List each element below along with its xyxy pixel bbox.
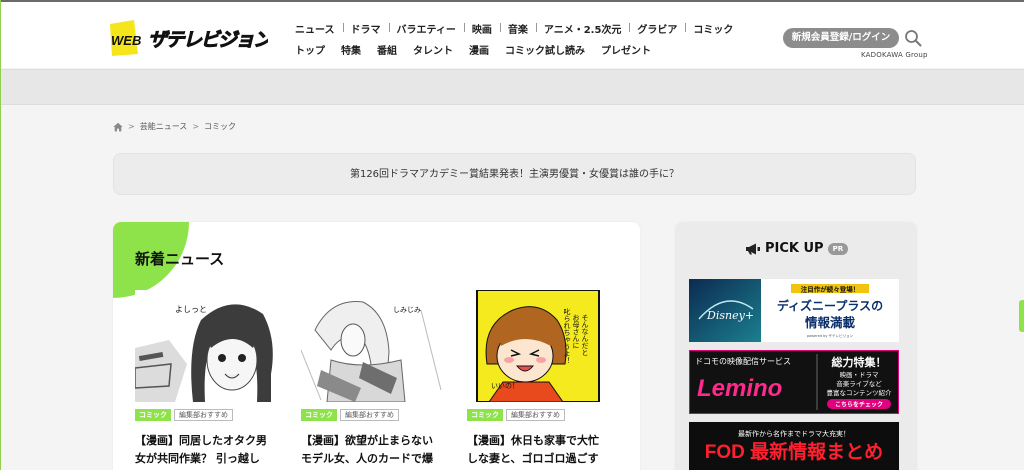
nav-item-anime[interactable]: アニメ・2.5次元 [535, 21, 630, 36]
disney-plus-logo: Disney+ [706, 309, 754, 322]
headline-line-1: 【漫画】休日も家事で大忙 [467, 434, 599, 447]
main-nav: ニュース ドラマ バラエティー 映画 音楽 アニメ・2.5次元 グラビア コミッ… [287, 21, 741, 36]
home-icon[interactable] [113, 122, 123, 132]
lemino-sub-3: 豊富なコンテンツ紹介 [827, 388, 893, 397]
section-title: 新着ニュース [135, 250, 225, 268]
fod-banner[interactable]: 最新作から名作までドラマ大充実！ FOD 最新情報まとめ [689, 422, 899, 470]
manga-thumbnail[interactable]: しみじみ [301, 290, 443, 402]
nav-item-variety[interactable]: バラエティー [388, 21, 464, 36]
breadcrumb-item-entertainment-news[interactable]: 芸能ニュース [140, 121, 188, 132]
category-tag[interactable]: コミック [301, 409, 337, 421]
manga-speech: 叱られちゃうよ！ [563, 307, 571, 364]
manga-image: よしっと [135, 290, 277, 402]
news-headline[interactable]: 【漫画】欲望が止まらない モデル女、人のカードで爆 [301, 432, 443, 468]
breadcrumb: > 芸能ニュース > コミック [113, 121, 236, 132]
disney-plus-line-2: 情報満載 [805, 315, 856, 330]
nav-item-talent[interactable]: タレント [405, 42, 461, 57]
megaphone-icon [746, 243, 760, 254]
tag-list: コミック 編集部おすすめ [301, 409, 443, 421]
pickup-header: PICK UP PR [745, 241, 849, 256]
search-icon[interactable] [904, 29, 922, 47]
nav-item-top[interactable]: トップ [287, 42, 333, 57]
breadcrumb-separator: > [128, 122, 135, 131]
nav-item-movie[interactable]: 映画 [463, 21, 500, 36]
headline-line-2: 女が共同作業？ 引っ越し [135, 452, 260, 465]
disney-plus-banner[interactable]: Disney+ 注目作が続々登場！ ディズニープラスの 情報満載 powered… [689, 279, 899, 342]
fod-kicker: 最新作から名作までドラマ大充実！ [738, 429, 850, 438]
manga-thumbnail[interactable]: そんなんだと お母さんに 叱られちゃうよ！ いいの！ [467, 290, 609, 402]
manga-speech: いいの！ [491, 382, 519, 390]
manga-image: しみじみ [301, 290, 443, 402]
news-headline[interactable]: 【漫画】同居したオタク男 女が共同作業？ 引っ越し [135, 432, 277, 468]
disney-plus-kicker: 注目作が続々登場！ [801, 285, 860, 294]
disney-plus-line-1: ディズニープラスの [777, 298, 883, 313]
nav-item-comic-trial[interactable]: コミック試し読み [497, 42, 593, 57]
headline-line-2: モデル女、人のカードで爆 [301, 452, 433, 465]
new-news-panel: 新着ニュース よしっと コミック 編集部おすすめ 【漫画】同居したオタク男 女が… [113, 222, 640, 470]
tag-list: コミック 編集部おすすめ [135, 409, 277, 421]
nav-item-comic[interactable]: コミック [685, 21, 741, 36]
headline-line-1: 【漫画】欲望が止まらない [301, 434, 433, 447]
tag-list: コミック 編集部おすすめ [467, 409, 609, 421]
manga-speech: しみじみ [393, 306, 421, 314]
manga-image: そんなんだと お母さんに 叱られちゃうよ！ いいの！ [467, 290, 609, 402]
group-label: KADOKAWA Group [861, 51, 928, 59]
recommend-tag[interactable]: 編集部おすすめ [506, 409, 565, 421]
lemino-title: 総力特集！ [832, 355, 887, 369]
nav-item-manga[interactable]: 漫画 [461, 42, 497, 57]
lemino-cta: こちらをチェック [835, 401, 883, 409]
news-headline[interactable]: 【漫画】休日も家事で大忙 しな妻と、ゴロゴロ過ごす [467, 432, 609, 468]
breadcrumb-separator: > [192, 122, 200, 131]
side-feedback-tab[interactable] [1019, 300, 1024, 332]
sub-nav: トップ 特集 番組 タレント 漫画 コミック試し読み プレゼント [287, 42, 659, 57]
nav-item-gravure[interactable]: グラビア [629, 21, 685, 36]
headline-line-2: しな妻と、ゴロゴロ過ごす [467, 452, 599, 465]
lemino-kicker: ドコモの映像配信サービス [695, 356, 791, 366]
lemino-banner-image: ドコモの映像配信サービス Lemino 総力特集！ 映画・ドラマ 音楽ライブなど… [689, 350, 899, 414]
login-button[interactable]: 新規会員登録/ログイン [783, 28, 899, 48]
pickup-panel: PICK UP PR Disney+ 注目作が続々登場！ ディズニープラスの 情… [675, 222, 917, 470]
lemino-sub-2: 音楽ライブなど [836, 379, 882, 388]
disney-plus-banner-image: Disney+ 注目作が続々登場！ ディズニープラスの 情報満載 powered… [689, 279, 899, 342]
lemino-sub-1: 映画・ドラマ [840, 370, 880, 379]
nav-item-music[interactable]: 音楽 [499, 21, 536, 36]
manga-speech: そんなんだと [581, 314, 589, 356]
manga-speech: よしっと [175, 305, 207, 314]
pickup-title: PICK UP [765, 241, 824, 256]
fod-banner-image: 最新作から名作までドラマ大充実！ FOD 最新情報まとめ [689, 422, 899, 470]
breadcrumb-item-comic: コミック [204, 122, 237, 131]
nav-item-present[interactable]: プレゼント [593, 42, 659, 57]
recommend-tag[interactable]: 編集部おすすめ [174, 409, 233, 421]
category-tag[interactable]: コミック [467, 409, 503, 421]
logo-web-text: WEB [111, 33, 141, 48]
lemino-banner[interactable]: ドコモの映像配信サービス Lemino 総力特集！ 映画・ドラマ 音楽ライブなど… [689, 350, 899, 414]
manga-speech: お母さんに [572, 314, 580, 349]
site-header: WEB ザテレビジョン ニュース ドラマ バラエティー 映画 音楽 アニメ・2.… [1, 2, 1024, 68]
nav-item-feature[interactable]: 特集 [333, 42, 369, 57]
fod-title: FOD 最新情報まとめ [705, 440, 883, 463]
nav-item-program[interactable]: 番組 [369, 42, 405, 57]
category-tag[interactable]: コミック [135, 409, 171, 421]
announcement-banner[interactable]: 第126回ドラマアカデミー賞結果発表！主演男優賞・女優賞は誰の手に？ [113, 153, 916, 195]
disney-plus-footer: powered by ザテレビジョン [807, 333, 854, 338]
pr-badge: PR [827, 242, 849, 255]
logo-main-text: ザテレビジョン [148, 29, 268, 51]
lemino-logo: Lemino [697, 375, 782, 402]
news-card[interactable]: よしっと コミック 編集部おすすめ 【漫画】同居したオタク男 女が共同作業？ 引… [135, 290, 277, 468]
recommend-tag[interactable]: 編集部おすすめ [340, 409, 399, 421]
news-card[interactable]: しみじみ コミック 編集部おすすめ 【漫画】欲望が止まらない モデル女、人のカー… [301, 290, 443, 468]
manga-thumbnail[interactable]: よしっと [135, 290, 277, 402]
news-card[interactable]: そんなんだと お母さんに 叱られちゃうよ！ いいの！ コミック 編集部おすすめ … [467, 290, 609, 468]
headline-line-1: 【漫画】同居したオタク男 [135, 434, 267, 447]
nav-item-drama[interactable]: ドラマ [342, 21, 389, 36]
site-logo[interactable]: WEB ザテレビジョン [108, 18, 268, 58]
ad-banner-area [1, 69, 1024, 105]
nav-item-news[interactable]: ニュース [287, 21, 343, 36]
